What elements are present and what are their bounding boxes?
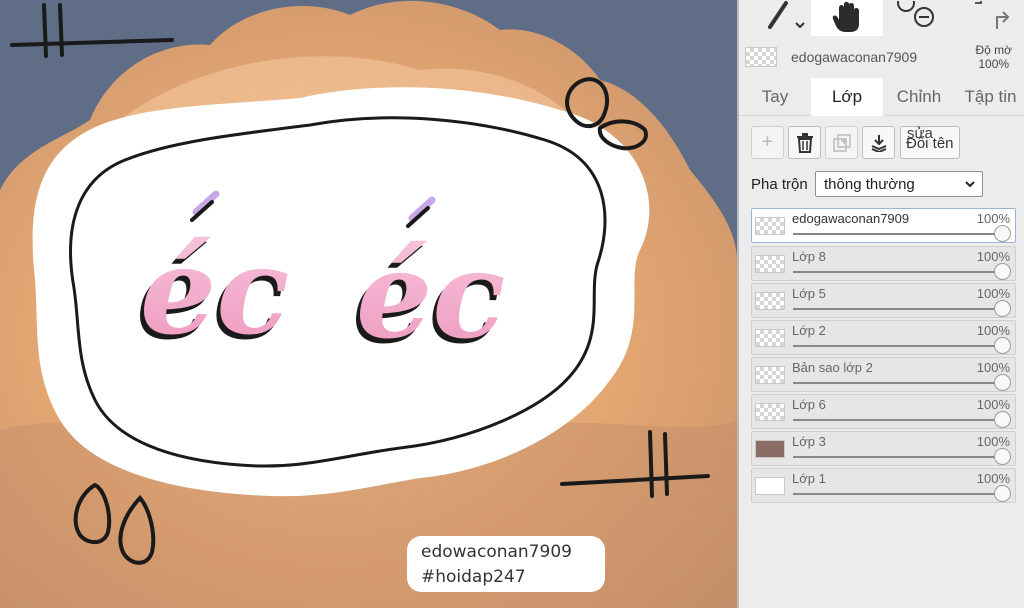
layer-thumbnail bbox=[755, 292, 785, 310]
layer-opacity-knob[interactable] bbox=[994, 411, 1011, 428]
current-layer-name: edogawaconan7909 bbox=[791, 49, 918, 65]
redo-icon bbox=[975, 1, 1010, 29]
layer-opacity-knob[interactable] bbox=[994, 337, 1011, 354]
layer-thumbnail bbox=[755, 217, 785, 235]
layer-opacity: 100% bbox=[976, 249, 1010, 264]
redo-tool[interactable] bbox=[965, 0, 1019, 36]
layer-row[interactable]: Lớp 3 100% bbox=[751, 431, 1016, 466]
merge-down-icon bbox=[871, 134, 886, 152]
add-layer-button[interactable]: + bbox=[751, 126, 784, 159]
layer-row[interactable]: Lớp 8 100% bbox=[751, 246, 1016, 281]
layer-opacity-slider[interactable] bbox=[793, 493, 1001, 495]
layer-opacity-slider[interactable] bbox=[793, 233, 1001, 235]
opacity-label: Độ mờ bbox=[975, 43, 1012, 57]
layer-row[interactable]: edogawaconan7909 100% bbox=[751, 208, 1016, 243]
tab-tay[interactable]: Tay bbox=[739, 78, 811, 116]
chevron-down-icon bbox=[965, 181, 975, 188]
layer-opacity-slider[interactable] bbox=[793, 419, 1001, 421]
layer-thumbnail bbox=[755, 329, 785, 347]
layer-name: Lớp 3 bbox=[792, 434, 826, 449]
watermark-hashtag: #hoidap247 bbox=[421, 567, 526, 587]
opacity-value: 100% bbox=[978, 57, 1010, 71]
drawing-canvas[interactable]: éc éc éc éc edowaconan7909 #hoidap247 bbox=[0, 0, 737, 608]
zoom-out-icon bbox=[897, 1, 934, 27]
hand-tool[interactable] bbox=[811, 0, 883, 36]
layer-actions: + sửa Đổi tên bbox=[739, 125, 1024, 160]
layer-opacity-knob[interactable] bbox=[994, 485, 1011, 502]
current-layer-opacity[interactable]: Độ mờ 100% bbox=[975, 43, 1012, 71]
blend-mode-value: thông thường bbox=[824, 176, 915, 193]
layer-opacity-knob[interactable] bbox=[994, 225, 1011, 242]
layer-row[interactable]: Lớp 1 100% bbox=[751, 468, 1016, 503]
tab-tap-tin[interactable]: Tập tin bbox=[955, 78, 1024, 116]
layer-name: edogawaconan7909 bbox=[792, 211, 910, 226]
layer-name: Lớp 5 bbox=[792, 286, 826, 301]
layer-opacity: 100% bbox=[976, 211, 1010, 226]
layer-row[interactable]: Lớp 2 100% bbox=[751, 320, 1016, 355]
blend-mode-select[interactable]: thông thường bbox=[815, 171, 983, 197]
trash-icon bbox=[796, 132, 813, 153]
rename-label: Đổi tên bbox=[906, 135, 954, 152]
layer-opacity-knob[interactable] bbox=[994, 263, 1011, 280]
layer-name: Lớp 1 bbox=[792, 471, 826, 486]
tool-bar bbox=[739, 0, 1024, 36]
brush-tool[interactable] bbox=[753, 0, 809, 36]
layer-name: Lớp 6 bbox=[792, 397, 826, 412]
layer-name: Lớp 8 bbox=[792, 249, 826, 264]
layer-thumbnail bbox=[755, 255, 785, 273]
brush-icon bbox=[768, 1, 805, 29]
duplicate-layer-button[interactable] bbox=[825, 126, 858, 159]
layer-row[interactable]: Lớp 5 100% bbox=[751, 283, 1016, 318]
layer-thumbnail bbox=[755, 366, 785, 384]
blend-mode-row: Pha trộn thông thường bbox=[751, 171, 991, 197]
layer-opacity: 100% bbox=[976, 397, 1010, 412]
svg-text:éc: éc bbox=[356, 225, 505, 366]
layer-opacity-slider[interactable] bbox=[793, 382, 1001, 384]
current-layer-thumbnail bbox=[745, 47, 777, 67]
hand-icon bbox=[832, 2, 859, 32]
layer-opacity: 100% bbox=[976, 286, 1010, 301]
layers-panel: edogawaconan7909 Độ mờ 100% Tay Lớp Chỉn… bbox=[737, 0, 1024, 608]
delete-layer-button[interactable] bbox=[788, 126, 821, 159]
layer-opacity: 100% bbox=[976, 360, 1010, 375]
layer-name: Bản sao lớp 2 bbox=[792, 360, 873, 375]
duplicate-icon bbox=[832, 133, 851, 152]
layer-opacity: 100% bbox=[976, 471, 1010, 486]
layer-opacity: 100% bbox=[976, 434, 1010, 449]
current-layer-header: edogawaconan7909 Độ mờ 100% bbox=[739, 36, 1024, 78]
layer-thumbnail bbox=[755, 440, 785, 458]
layer-opacity: 100% bbox=[976, 323, 1010, 338]
watermark-box: edowaconan7909 #hoidap247 bbox=[407, 536, 605, 592]
rename-layer-button[interactable]: sửa Đổi tên bbox=[900, 125, 960, 159]
svg-text:éc: éc bbox=[140, 221, 289, 362]
layer-name: Lớp 2 bbox=[792, 323, 826, 338]
canvas-artwork: éc éc éc éc bbox=[0, 0, 737, 608]
layer-opacity-slider[interactable] bbox=[793, 308, 1001, 310]
lettering-right: éc éc bbox=[352, 196, 505, 371]
tab-lop[interactable]: Lớp bbox=[811, 78, 883, 116]
merge-down-button[interactable] bbox=[862, 126, 895, 159]
layer-row[interactable]: Bản sao lớp 2 100% bbox=[751, 357, 1016, 392]
layer-opacity-slider[interactable] bbox=[793, 456, 1001, 458]
zoom-tool[interactable] bbox=[889, 0, 939, 36]
layer-thumbnail bbox=[755, 477, 785, 495]
tab-chinh[interactable]: Chỉnh bbox=[883, 78, 955, 116]
layer-row[interactable]: Lớp 6 100% bbox=[751, 394, 1016, 429]
layer-opacity-slider[interactable] bbox=[793, 345, 1001, 347]
watermark-username: edowaconan7909 bbox=[421, 542, 572, 562]
panel-tabs: Tay Lớp Chỉnh Tập tin bbox=[739, 78, 1024, 116]
blend-mode-label: Pha trộn bbox=[751, 176, 808, 193]
layer-opacity-knob[interactable] bbox=[994, 448, 1011, 465]
layer-opacity-knob[interactable] bbox=[994, 374, 1011, 391]
layer-opacity-knob[interactable] bbox=[994, 300, 1011, 317]
layer-thumbnail bbox=[755, 403, 785, 421]
layer-opacity-slider[interactable] bbox=[793, 271, 1001, 273]
plus-icon: + bbox=[761, 131, 774, 153]
